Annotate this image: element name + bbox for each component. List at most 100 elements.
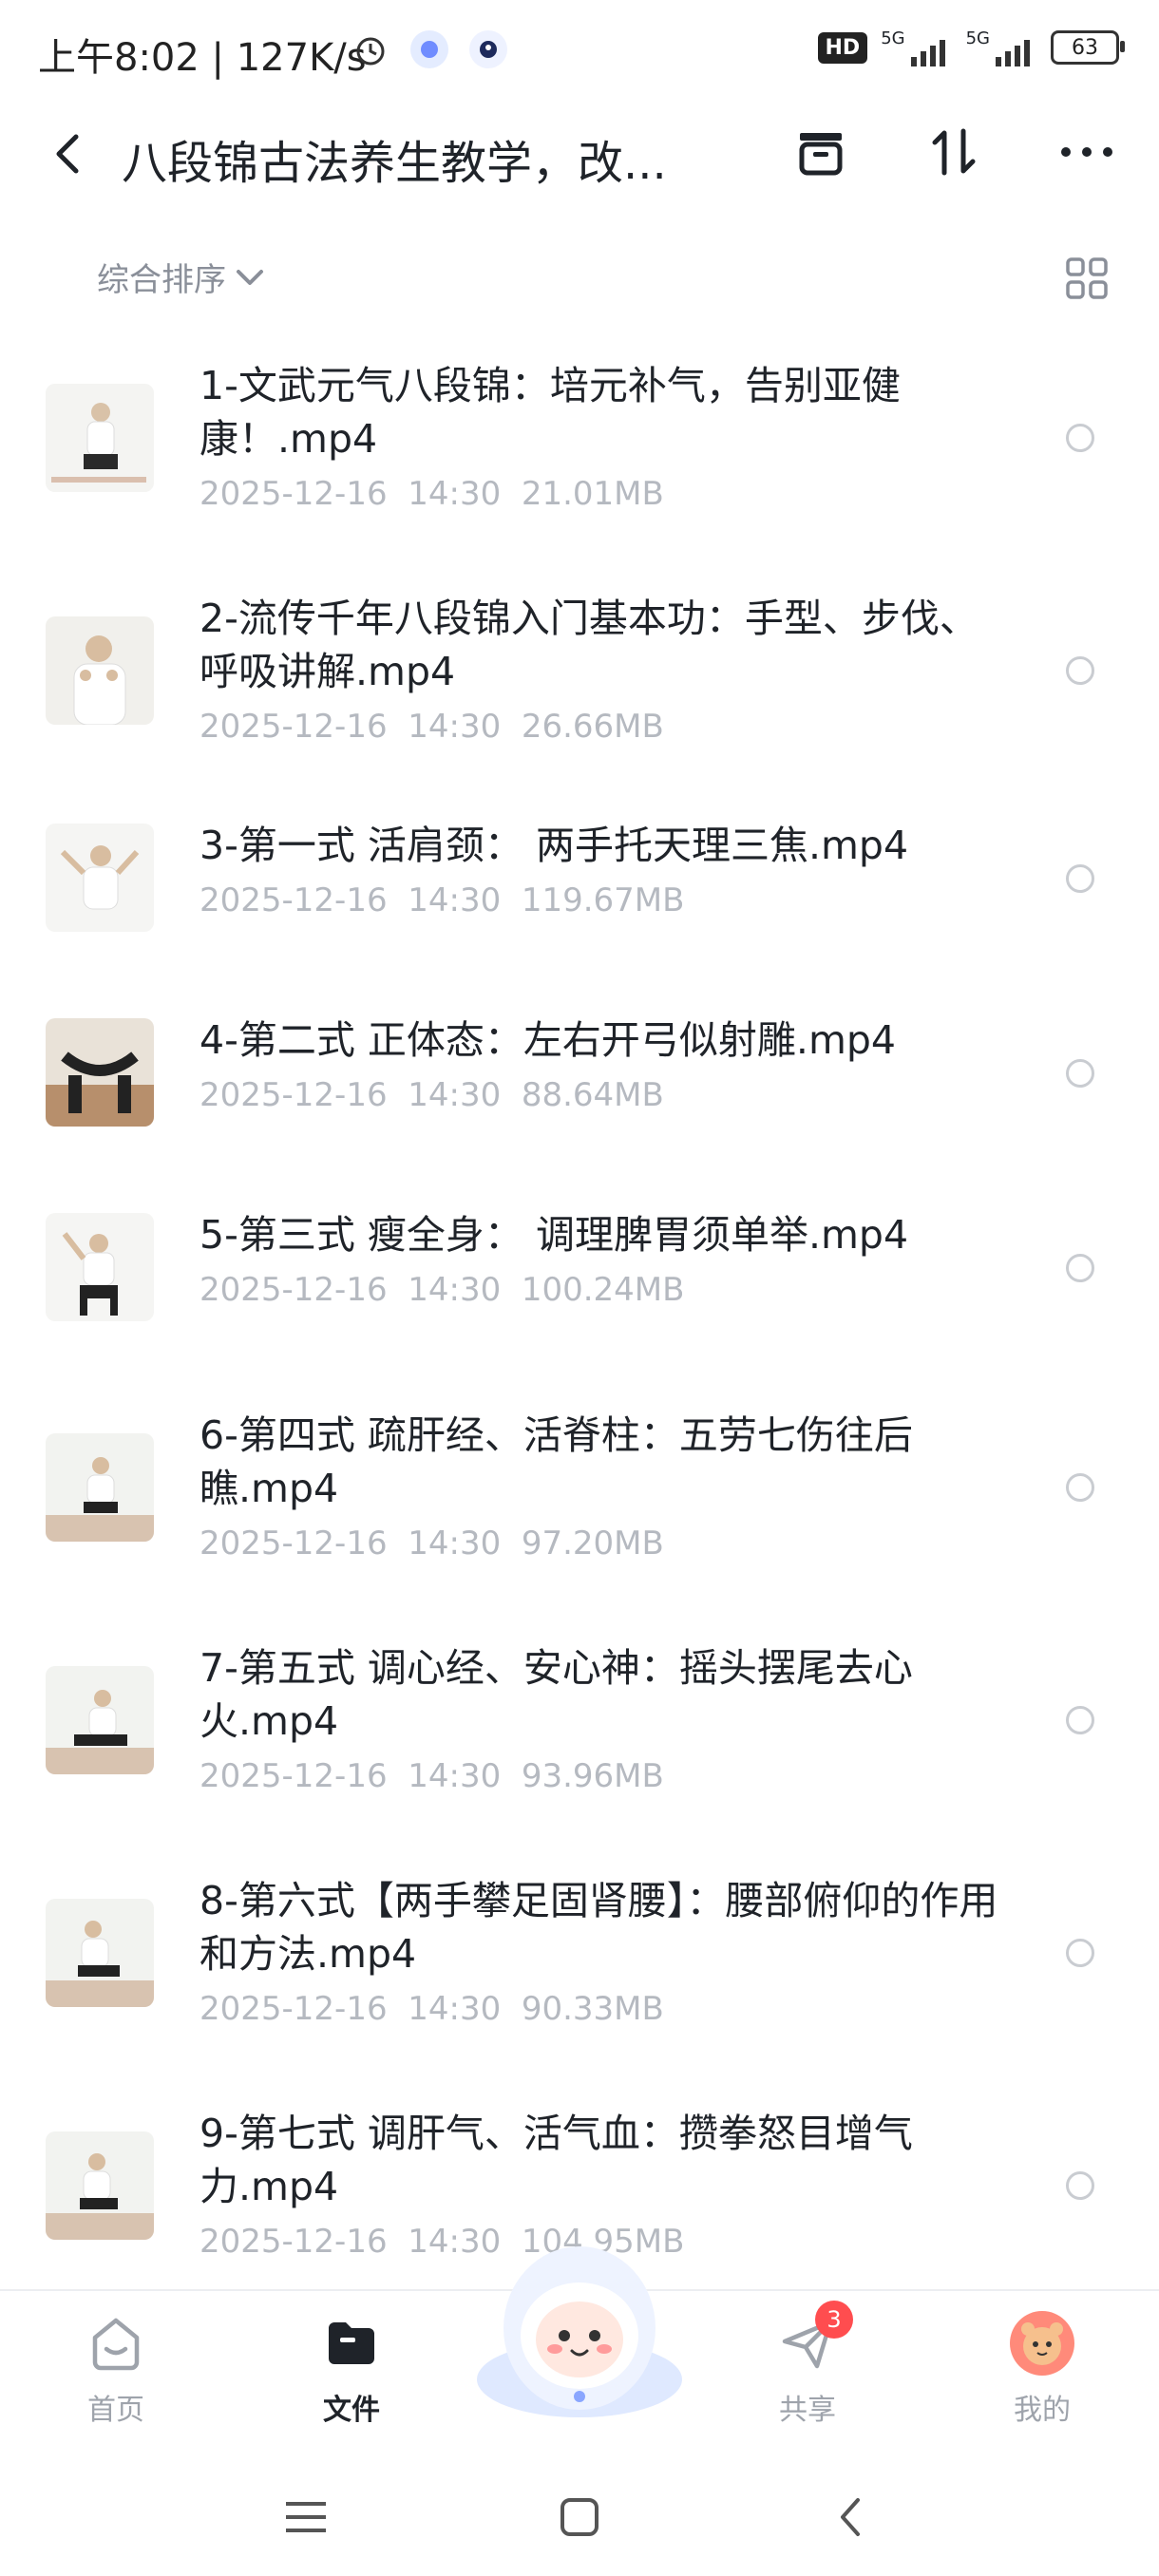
file-size: 21.01MB — [521, 475, 664, 513]
file-size: 90.33MB — [521, 1990, 664, 2028]
nav-mine[interactable]: 我的 — [976, 2310, 1109, 2428]
select-radio[interactable] — [1066, 2171, 1094, 2200]
list-item[interactable]: 2-流传千年八段锦入门基本功：手型、步伐、呼吸讲解.mp4 2025-12-16… — [0, 567, 1159, 757]
video-thumbnail — [46, 616, 154, 725]
sort-dropdown[interactable]: 综合排序 — [97, 254, 266, 300]
square-icon — [560, 2498, 598, 2536]
select-radio[interactable] — [1066, 864, 1094, 893]
nav-share-label: 共享 — [779, 2394, 836, 2427]
file-name: 9-第七式 调肝气、活气血：攒拳怒目增气力.mp4 — [200, 2111, 913, 2209]
archive-button[interactable] — [787, 118, 855, 186]
file-name: 2-流传千年八段锦入门基本功：手型、步伐、呼吸讲解.mp4 — [200, 596, 978, 694]
signal-icon-2: 5G — [966, 28, 1037, 66]
file-time: 14:30 — [408, 708, 502, 746]
back-chevron-icon — [841, 2498, 860, 2536]
status-icons-right: HD 5G 5G 63 — [817, 28, 1125, 66]
file-name: 3-第一式 活肩颈： 两手托天理三焦.mp4 — [200, 823, 909, 868]
video-thumbnail — [46, 1899, 154, 2007]
battery-level: 63 — [1072, 35, 1098, 60]
app-header: 八段锦古法养生教学，改... — [0, 104, 1159, 209]
menu-icon — [286, 2502, 326, 2532]
more-button[interactable] — [1053, 118, 1121, 186]
signal-icon-1: 5G — [881, 28, 952, 66]
nav-home[interactable]: 首页 — [49, 2310, 182, 2428]
video-thumbnail — [46, 1213, 154, 1321]
grid-view-button[interactable] — [1060, 252, 1113, 305]
file-name: 1-文武元气八段锦：培元补气，告别亚健康！.mp4 — [200, 363, 901, 462]
more-dots-icon — [1061, 147, 1112, 157]
status-icons-left — [352, 30, 507, 68]
sort-order-button[interactable] — [920, 118, 988, 186]
select-radio[interactable] — [1066, 1939, 1094, 1967]
back-button[interactable] — [38, 123, 99, 184]
back-system-button[interactable] — [823, 2489, 880, 2546]
sort-bar: 综合排序 — [0, 242, 1159, 318]
nav-mine-label: 我的 — [1014, 2394, 1071, 2427]
hd-icon: HD — [817, 31, 868, 64]
network-label-1: 5G — [881, 28, 905, 48]
list-item[interactable]: 1-文武元气八段锦：培元补气，告别亚健康！.mp4 2025-12-16 14:… — [0, 334, 1159, 524]
select-radio[interactable] — [1066, 1473, 1094, 1502]
alarm-icon — [352, 30, 390, 68]
network-label-2: 5G — [965, 28, 990, 48]
file-date: 2025-12-16 — [200, 708, 388, 746]
file-size: 26.66MB — [521, 708, 664, 746]
app-notification-icon-2 — [469, 30, 507, 68]
list-item[interactable]: 3-第一式 活肩颈： 两手托天理三焦.mp4 2025-12-16 14:30 … — [0, 800, 1159, 961]
file-time: 14:30 — [408, 881, 502, 919]
file-date: 2025-12-16 — [200, 1271, 388, 1309]
nav-share[interactable]: 3 共享 — [741, 2301, 874, 2428]
video-thumbnail — [46, 1018, 154, 1127]
status-time: 上午8:02 | 127K/s — [38, 36, 367, 80]
back-arrow-icon — [56, 134, 79, 174]
file-size: 100.24MB — [521, 1271, 685, 1309]
file-time: 14:30 — [408, 1525, 502, 1563]
file-name: 7-第五式 调心经、安心神：摇头摆尾去心火.mp4 — [200, 1645, 913, 1744]
chevron-down-icon — [237, 269, 263, 285]
nav-files-label: 文件 — [323, 2394, 380, 2427]
header-actions — [787, 118, 1121, 186]
file-time: 14:30 — [408, 475, 502, 513]
file-size: 97.20MB — [521, 1525, 664, 1563]
file-meta: 2025-12-16 14:30 100.24MB — [200, 1271, 684, 1309]
list-item[interactable]: 4-第二式 正体态：左右开弓似射雕.mp4 2025-12-16 14:30 8… — [0, 994, 1159, 1156]
mascot-icon — [477, 2246, 682, 2417]
select-radio[interactable] — [1066, 424, 1094, 452]
list-item[interactable]: 7-第五式 调心经、安心神：摇头摆尾去心火.mp4 2025-12-16 14:… — [0, 1617, 1159, 1807]
assistant-mascot-button[interactable] — [473, 2237, 686, 2427]
file-name: 6-第四式 疏肝经、活脊柱：五劳七伤往后瞧.mp4 — [200, 1412, 913, 1511]
file-date: 2025-12-16 — [200, 1990, 388, 2028]
select-radio[interactable] — [1066, 656, 1094, 685]
file-name: 4-第二式 正体态：左右开弓似射雕.mp4 — [200, 1017, 896, 1063]
video-thumbnail — [46, 1666, 154, 1774]
home-system-button[interactable] — [551, 2489, 608, 2546]
select-radio[interactable] — [1066, 1706, 1094, 1734]
file-date: 2025-12-16 — [200, 1757, 388, 1795]
list-item[interactable]: 8-第六式【两手攀足固肾腰】：腰部俯仰的作用和方法.mp4 2025-12-16… — [0, 1849, 1159, 2039]
sort-label: 综合排序 — [97, 261, 226, 299]
nav-home-label: 首页 — [87, 2394, 144, 2427]
video-thumbnail — [46, 2131, 154, 2240]
file-time: 14:30 — [408, 1271, 502, 1309]
file-time: 14:30 — [408, 1757, 502, 1795]
file-time: 14:30 — [408, 1076, 502, 1114]
file-size: 88.64MB — [521, 1076, 664, 1114]
nav-files[interactable]: 文件 — [285, 2310, 418, 2428]
file-size: 93.96MB — [521, 1757, 664, 1795]
page-title: 八段锦古法养生教学，改... — [122, 137, 667, 190]
file-size: 119.67MB — [521, 881, 685, 919]
folder-icon — [318, 2310, 385, 2377]
select-radio[interactable] — [1066, 1254, 1094, 1282]
file-meta: 2025-12-16 14:30 21.01MB — [200, 475, 664, 513]
file-meta: 2025-12-16 14:30 97.20MB — [200, 1525, 664, 1563]
system-nav-bar — [0, 2451, 1159, 2576]
recent-apps-button[interactable] — [277, 2489, 334, 2546]
file-date: 2025-12-16 — [200, 1525, 388, 1563]
list-item[interactable]: 6-第四式 疏肝经、活脊柱：五劳七伤往后瞧.mp4 2025-12-16 14:… — [0, 1384, 1159, 1574]
sort-arrows-icon — [932, 128, 976, 176]
file-date: 2025-12-16 — [200, 475, 388, 513]
share-badge: 3 — [815, 2301, 853, 2339]
file-meta: 2025-12-16 14:30 90.33MB — [200, 1990, 664, 2028]
list-item[interactable]: 5-第三式 瘦全身： 调理脾胃须单举.mp4 2025-12-16 14:30 … — [0, 1189, 1159, 1351]
select-radio[interactable] — [1066, 1059, 1094, 1088]
